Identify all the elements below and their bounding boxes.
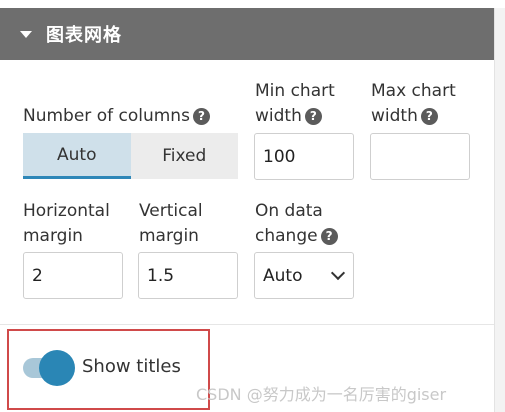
show-titles-label[interactable]: Show titles [82, 356, 181, 377]
v-margin-label-line2: margin [139, 226, 199, 246]
columns-auto-button[interactable]: Auto [23, 133, 131, 179]
columns-label-text: Number of columns [23, 106, 190, 126]
on-change-label: On data change? [255, 199, 338, 249]
v-margin-label: Vertical margin [139, 199, 203, 249]
h-margin-label-line1: Horizontal [23, 201, 110, 221]
help-icon[interactable]: ? [320, 228, 338, 245]
on-change-label-line2: change [255, 226, 318, 246]
columns-fixed-button[interactable]: Fixed [130, 133, 238, 179]
h-margin-label-line2: margin [23, 226, 83, 246]
help-icon[interactable]: ? [192, 108, 210, 125]
columns-label: Number of columns? [23, 104, 210, 129]
v-margin-label-line1: Vertical [139, 201, 203, 221]
h-margin-label: Horizontal margin [23, 199, 110, 249]
min-width-label-line2: width [255, 106, 302, 126]
on-change-select-value: Auto [263, 265, 303, 286]
panel-title: 图表网格 [46, 25, 122, 46]
max-width-label: Max chart width? [371, 79, 456, 129]
max-width-label-line1: Max chart [371, 81, 456, 101]
v-margin-input[interactable]: 1.5 [138, 252, 238, 299]
caret-down-icon[interactable] [20, 31, 32, 38]
h-margin-input[interactable]: 2 [23, 252, 123, 299]
help-icon[interactable]: ? [420, 108, 438, 125]
show-titles-toggle-knob[interactable] [39, 350, 75, 386]
min-width-label-line1: Min chart [255, 81, 335, 101]
help-icon[interactable]: ? [304, 108, 322, 125]
min-width-label: Min chart width? [255, 79, 335, 129]
scrollbar[interactable] [494, 8, 505, 412]
max-width-input[interactable] [370, 133, 470, 180]
on-change-select[interactable]: Auto [254, 252, 354, 299]
watermark: CSDN @努力成为一名厉害的giser [196, 385, 447, 404]
panel-header[interactable]: 图表网格 [0, 8, 494, 60]
section-divider [0, 324, 494, 325]
on-change-label-line1: On data [255, 201, 323, 221]
min-width-input[interactable]: 100 [254, 133, 354, 180]
chevron-down-icon [330, 265, 346, 281]
max-width-label-line2: width [371, 106, 418, 126]
columns-segmented-control[interactable]: Auto Fixed [23, 133, 238, 179]
